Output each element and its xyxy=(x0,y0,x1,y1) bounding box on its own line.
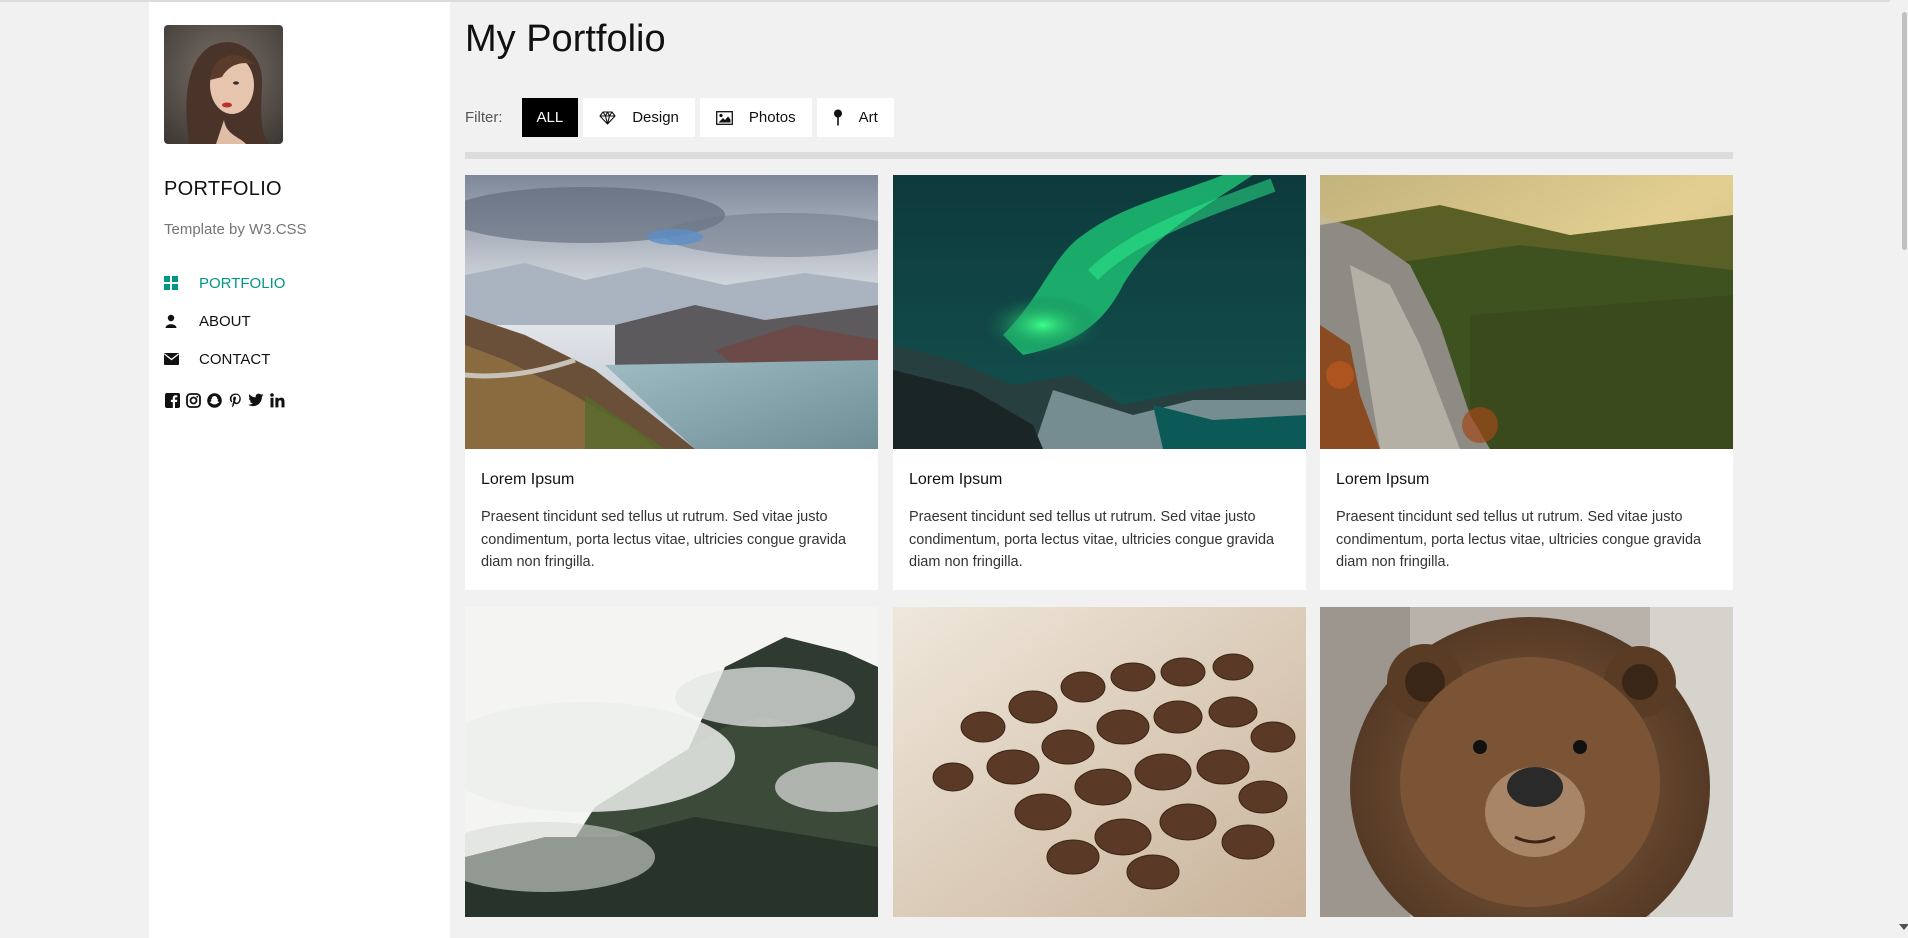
diamond-icon xyxy=(599,110,616,125)
envelope-icon xyxy=(164,349,184,369)
user-icon xyxy=(164,311,184,331)
card-text: Praesent tincidunt sed tellus ut rutrum.… xyxy=(1336,509,1702,570)
sidebar-item-portfolio[interactable]: PORTFOLIO xyxy=(164,264,434,302)
misty-mountain-image[interactable] xyxy=(465,607,878,917)
portfolio-card[interactable]: Lorem Ipsum Praesent tincidunt sed tellu… xyxy=(1320,175,1733,590)
sidebar-item-label: ABOUT xyxy=(199,312,251,330)
sidebar-item-label: CONTACT xyxy=(199,350,271,368)
coffee-beans-image[interactable] xyxy=(893,607,1306,917)
forest-valley-image[interactable] xyxy=(1320,175,1733,449)
sidebar: PORTFOLIO Template by W3.CSS PORTFOLIO A… xyxy=(149,2,450,938)
portfolio-card[interactable]: Lorem Ipsum Praesent tincidunt sed tellu… xyxy=(465,175,878,590)
snapchat-icon[interactable] xyxy=(206,392,222,408)
social-links xyxy=(164,392,285,408)
sidebar-item-about[interactable]: ABOUT xyxy=(164,302,434,340)
bear-image[interactable] xyxy=(1320,607,1733,917)
card-body: Lorem Ipsum Praesent tincidunt sed tellu… xyxy=(893,449,1306,590)
card-body: Lorem Ipsum Praesent tincidunt sed tellu… xyxy=(465,449,878,590)
mountain-lake-image[interactable] xyxy=(465,175,878,449)
sidebar-subtitle: Template by W3.CSS xyxy=(164,221,307,238)
facebook-icon[interactable] xyxy=(164,392,180,408)
section-divider xyxy=(465,152,1733,159)
card-title: Lorem Ipsum xyxy=(481,471,575,488)
filter-art-button[interactable]: Art xyxy=(816,98,894,137)
map-pin-icon xyxy=(833,109,843,126)
avatar[interactable] xyxy=(164,25,283,144)
filter-photos-button[interactable]: Photos xyxy=(699,98,812,137)
card-text: Praesent tincidunt sed tellus ut rutrum.… xyxy=(481,509,847,570)
filter-button-label: Photos xyxy=(748,109,796,126)
pinterest-icon[interactable] xyxy=(227,392,243,408)
sidebar-brand: PORTFOLIO xyxy=(164,178,282,200)
filter-button-label: ALL xyxy=(536,109,564,126)
filter-button-label: Art xyxy=(858,109,878,126)
portfolio-card[interactable] xyxy=(465,607,878,917)
card-text: Praesent tincidunt sed tellus ut rutrum.… xyxy=(909,509,1275,570)
page-title: My Portfolio xyxy=(465,18,666,60)
card-title: Lorem Ipsum xyxy=(909,471,1003,488)
sidebar-item-label: PORTFOLIO xyxy=(199,274,286,292)
filter-design-button[interactable]: Design xyxy=(583,98,695,137)
card-title: Lorem Ipsum xyxy=(1336,471,1430,488)
th-large-icon xyxy=(164,273,184,293)
instagram-icon[interactable] xyxy=(185,392,201,408)
sidebar-nav: PORTFOLIO ABOUT CONTACT xyxy=(164,264,434,378)
northern-lights-image[interactable] xyxy=(893,175,1306,449)
filter-label: Filter: xyxy=(465,109,503,126)
scroll-down-arrow-icon[interactable] xyxy=(1899,924,1908,930)
portfolio-card[interactable] xyxy=(1320,607,1733,917)
twitter-icon[interactable] xyxy=(248,392,264,408)
portfolio-card[interactable] xyxy=(893,607,1306,917)
filter-all-button[interactable]: ALL xyxy=(521,98,579,137)
portfolio-card[interactable]: Lorem Ipsum Praesent tincidunt sed tellu… xyxy=(893,175,1306,590)
filter-bar: Filter: ALL Design Photos Art xyxy=(465,98,899,137)
card-body: Lorem Ipsum Praesent tincidunt sed tellu… xyxy=(1320,449,1733,590)
linkedin-icon[interactable] xyxy=(269,392,285,408)
photo-icon xyxy=(715,110,733,125)
sidebar-item-contact[interactable]: CONTACT xyxy=(164,340,434,378)
filter-button-label: Design xyxy=(632,109,679,126)
scrollbar-thumb[interactable] xyxy=(1902,12,1907,250)
